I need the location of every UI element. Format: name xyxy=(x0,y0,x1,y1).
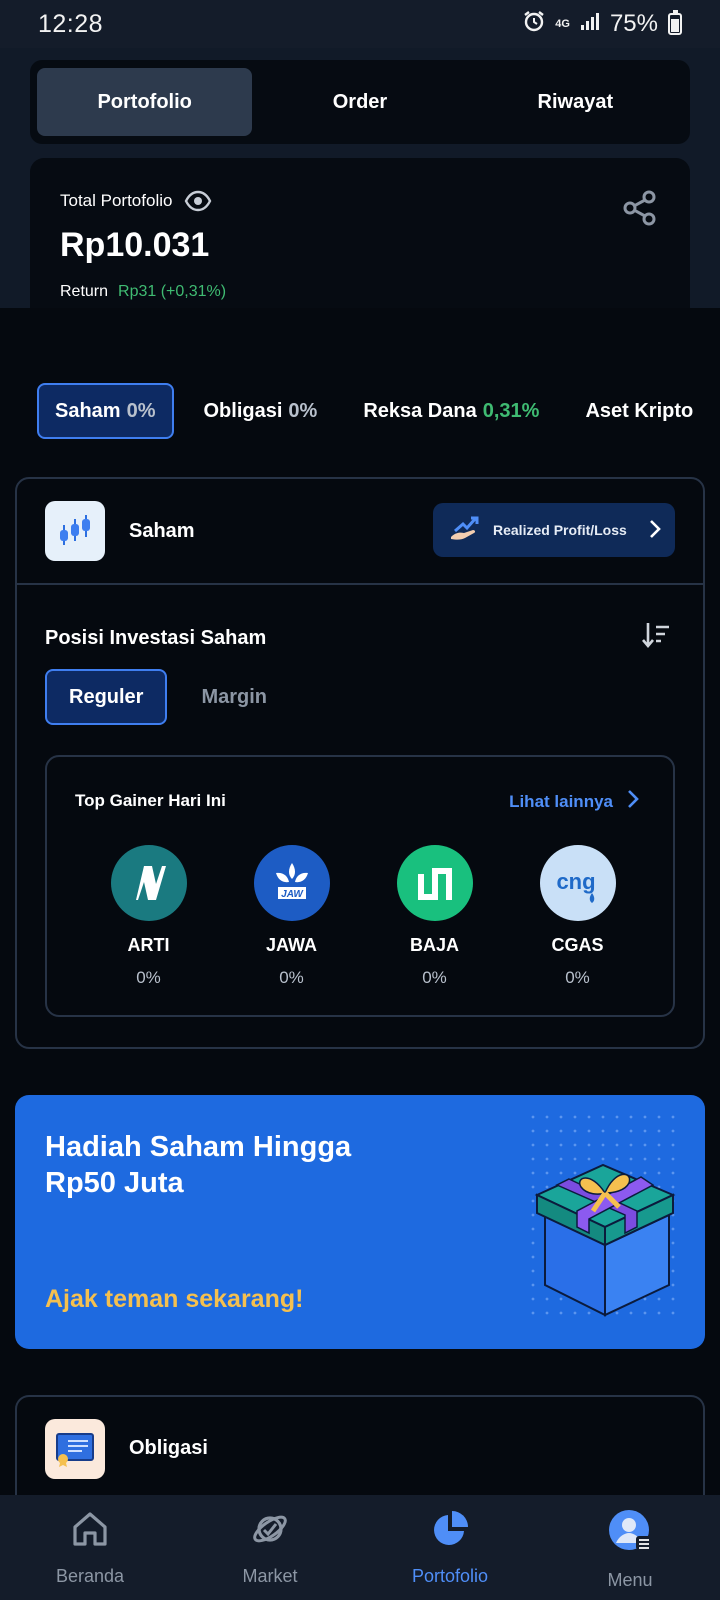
posisi-investasi-title: Posisi Investasi Saham xyxy=(45,627,267,649)
eye-icon[interactable] xyxy=(184,190,212,212)
portfolio-summary-card: Total Portofolio Rp10.031 Return Rp31 (+… xyxy=(30,158,690,308)
chevron-right-icon xyxy=(627,789,639,814)
gainer-list: ARTI 0% JAW JAWA 0% BAJA 0% cng CGAS 0% xyxy=(77,845,649,988)
battery-icon xyxy=(668,10,682,35)
baja-logo-icon xyxy=(396,845,473,921)
certificate-icon xyxy=(45,1419,105,1479)
chip-label: Aset Kripto xyxy=(585,399,694,422)
chip-reksa-dana[interactable]: Reksa Dana 0,31% xyxy=(347,383,555,439)
gainer-item-baja[interactable]: BAJA 0% xyxy=(363,845,506,988)
svg-text:cng: cng xyxy=(556,869,595,894)
obligasi-title: Obligasi xyxy=(129,1437,208,1459)
top-gainer-title: Top Gainer Hari Ini xyxy=(75,791,226,810)
cgas-logo-icon: cng xyxy=(539,845,616,921)
tab-reguler[interactable]: Reguler xyxy=(45,669,168,725)
promo-title: Hadiah Saham Hingga Rp50 Juta xyxy=(45,1131,352,1199)
user-menu-icon xyxy=(608,1509,652,1558)
tab-order[interactable]: Order xyxy=(252,68,467,136)
chip-pct: 0,31% xyxy=(482,399,540,422)
gainer-pct: 0% xyxy=(565,968,590,987)
nav-label: Market xyxy=(242,1566,298,1586)
gainer-item-cgas[interactable]: cng CGAS 0% xyxy=(506,845,649,988)
total-portfolio-value: Rp10.031 xyxy=(60,226,210,264)
profit-hand-icon xyxy=(449,515,481,546)
home-icon xyxy=(70,1509,110,1554)
chip-saham[interactable]: Saham 0% xyxy=(37,383,174,439)
promo-cta: Ajak teman sekarang! xyxy=(45,1285,304,1313)
gainer-code: JAWA xyxy=(265,935,317,955)
network-type: 4G xyxy=(555,18,570,30)
referral-promo-banner[interactable]: Hadiah Saham Hingga Rp50 Juta Ajak teman… xyxy=(15,1095,705,1349)
pie-chart-icon xyxy=(430,1509,470,1554)
saham-title: Saham xyxy=(129,519,195,542)
gainer-code: ARTI xyxy=(127,935,170,955)
nav-portofolio[interactable]: Portofolio xyxy=(360,1495,540,1600)
top-gainer-box: Top Gainer Hari Ini Lihat lainnya ARTI 0… xyxy=(45,755,675,1017)
return-label: Return xyxy=(60,283,109,300)
chip-label: Reksa Dana xyxy=(363,399,477,422)
lihat-lainnya-label: Lihat lainnya xyxy=(509,791,613,811)
chip-obligasi[interactable]: Obligasi 0% xyxy=(188,383,334,439)
tab-margin[interactable]: Margin xyxy=(179,669,289,725)
chip-aset-kripto[interactable]: Aset Kripto xyxy=(569,383,709,439)
saham-card: Saham Realized Profit/Loss Posisi Invest… xyxy=(15,477,705,1049)
status-bar: 12:28 4G 75% xyxy=(0,0,720,48)
asset-type-chips: Saham 0% Obligasi 0% Reksa Dana 0,31% As… xyxy=(37,383,720,439)
nav-beranda[interactable]: Beranda xyxy=(0,1495,180,1600)
battery-percent: 75% xyxy=(609,10,658,37)
gainer-pct: 0% xyxy=(279,968,304,987)
nav-label: Portofolio xyxy=(411,1566,489,1586)
nav-menu[interactable]: Menu xyxy=(540,1495,720,1600)
saham-header: Saham Realized Profit/Loss xyxy=(17,479,703,585)
tab-portofolio[interactable]: Portofolio xyxy=(37,68,253,136)
chip-pct: 0% xyxy=(126,399,156,422)
tab-riwayat[interactable]: Riwayat xyxy=(468,68,683,136)
nav-label: Menu xyxy=(607,1570,653,1590)
status-icons: 4G 75% xyxy=(523,10,682,39)
gainer-code: BAJA xyxy=(409,935,459,955)
return-row: Return Rp31 (+0,31%) xyxy=(60,283,660,301)
bottom-navigation: Beranda Market Portofolio Menu xyxy=(0,1495,720,1600)
gainer-pct: 0% xyxy=(136,968,161,987)
svg-text:JAW: JAW xyxy=(281,889,304,900)
signal-icon xyxy=(580,10,600,38)
gift-box-icon xyxy=(531,1115,681,1330)
position-sub-tabs: Reguler Margin xyxy=(45,669,289,725)
lihat-lainnya-link[interactable]: Lihat lainnya xyxy=(509,789,639,814)
top-tabs: Portofolio Order Riwayat xyxy=(30,60,690,144)
nav-label: Beranda xyxy=(55,1566,125,1586)
rpl-label: Realized Profit/Loss xyxy=(493,522,627,538)
chevron-right-icon xyxy=(649,519,661,542)
return-value: Rp31 (+0,31%) xyxy=(118,283,227,300)
alarm-icon xyxy=(523,10,545,39)
realized-profit-loss-button[interactable]: Realized Profit/Loss xyxy=(433,503,675,557)
gainer-code: CGAS xyxy=(551,935,604,955)
nav-market[interactable]: Market xyxy=(180,1495,360,1600)
chip-label: Obligasi xyxy=(203,399,283,422)
arti-logo-icon xyxy=(110,845,187,921)
jawa-logo-icon: JAW xyxy=(253,845,330,921)
share-icon[interactable] xyxy=(622,190,658,226)
gainer-item-arti[interactable]: ARTI 0% xyxy=(77,845,220,988)
candlestick-icon xyxy=(45,501,105,561)
total-portfolio-label: Total Portofolio xyxy=(60,191,173,210)
status-time: 12:28 xyxy=(38,9,104,38)
sort-icon[interactable] xyxy=(641,621,671,654)
chip-pct: 0% xyxy=(288,399,318,422)
gainer-item-jawa[interactable]: JAW JAWA 0% xyxy=(220,845,363,988)
gainer-pct: 0% xyxy=(422,968,447,987)
planet-icon xyxy=(250,1509,290,1554)
chip-label: Saham xyxy=(55,399,121,422)
